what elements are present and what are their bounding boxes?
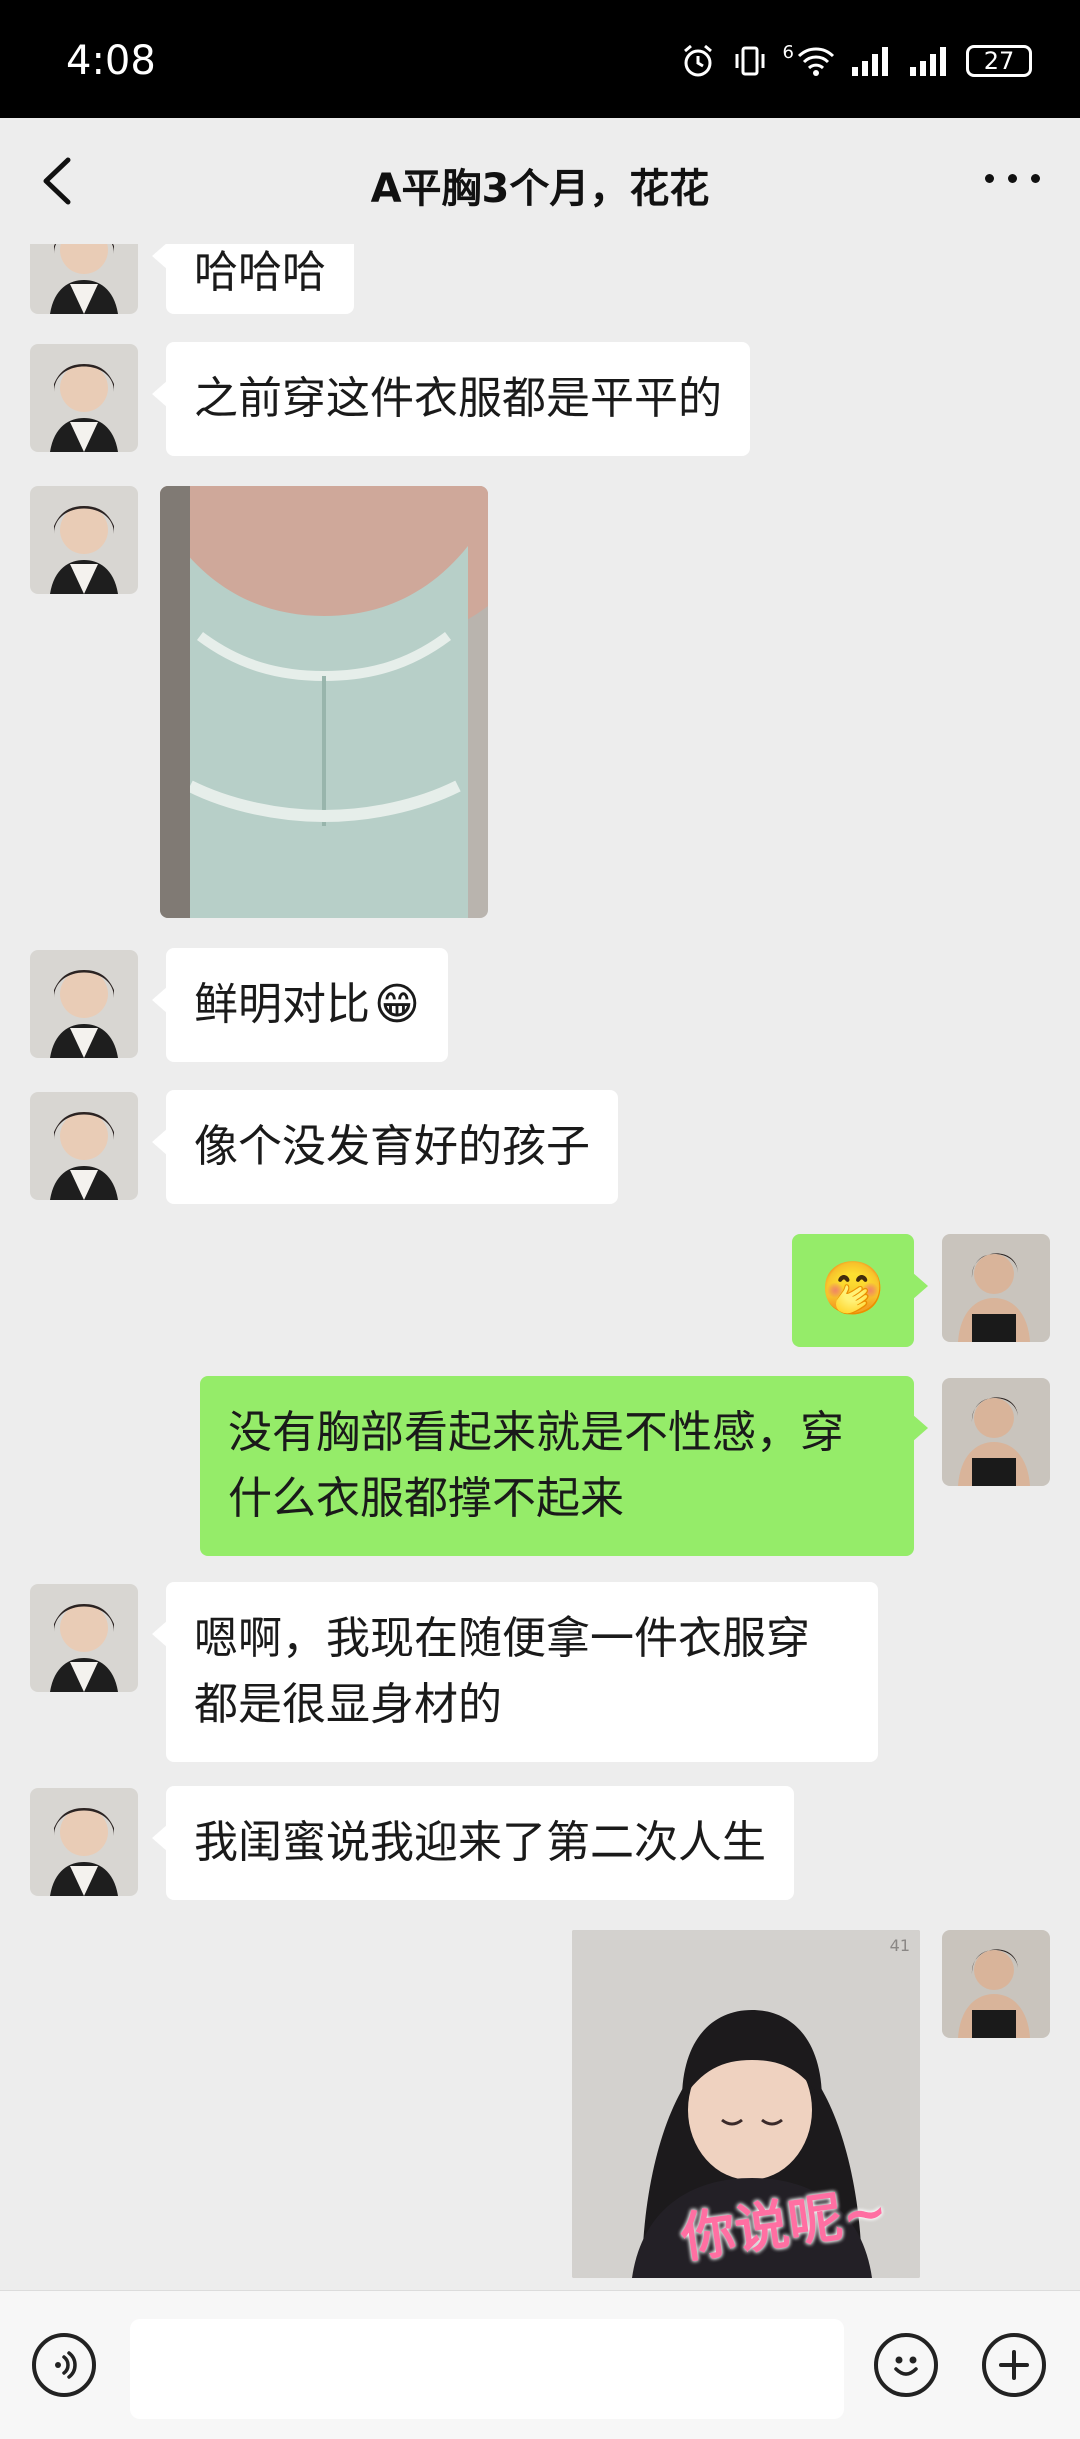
message-bubble-self[interactable]: 没有胸部看起来就是不性感，穿什么衣服都撑不起来 <box>200 1376 928 1556</box>
message-bubble[interactable]: 我闺蜜说我迎来了第二次人生 <box>152 1786 794 1900</box>
message-bubble[interactable]: 嗯啊，我现在随便拿一件衣服穿都是很显身材的 <box>152 1582 878 1762</box>
my-avatar[interactable] <box>942 1234 1050 1342</box>
message-bubble[interactable]: 之前穿这件衣服都是平平的 <box>152 342 750 456</box>
my-avatar[interactable] <box>942 1378 1050 1486</box>
chat-title: A平胸3个月，花花 <box>370 166 710 212</box>
contact-avatar[interactable] <box>30 1584 138 1692</box>
message-input[interactable] <box>130 2319 844 2419</box>
giggle-emoji-icon: 🤭 <box>820 1259 886 1319</box>
contact-avatar[interactable] <box>30 344 138 452</box>
alarm-icon <box>683 44 712 77</box>
more-options-icon[interactable] <box>985 174 1040 183</box>
status-icons: 6 27 <box>679 42 1032 80</box>
message-bubble[interactable]: 哈哈哈 <box>152 244 354 314</box>
message-text: 之前穿这件衣服都是平平的 <box>194 373 722 424</box>
chat-header: A平胸3个月，花花 <box>0 118 1080 244</box>
voice-icon <box>55 2351 77 2379</box>
network-type-label: 6 <box>782 42 794 63</box>
message-text: 我闺蜜说我迎来了第二次人生 <box>194 1817 766 1868</box>
wifi-icon <box>797 47 835 76</box>
plus-icon <box>999 2350 1029 2380</box>
grin-emoji-icon: 😁 <box>374 979 420 1030</box>
my-avatar[interactable] <box>942 1930 1050 2038</box>
vibrate-icon <box>735 46 765 76</box>
contact-avatar[interactable] <box>30 950 138 1058</box>
contact-avatar[interactable] <box>30 244 138 314</box>
signal-icon-2 <box>910 47 946 76</box>
contact-avatar[interactable] <box>30 486 138 594</box>
smiley-icon <box>894 2356 918 2376</box>
emoji-button[interactable] <box>874 2333 938 2397</box>
message-bubble-self[interactable]: 🤭 <box>792 1234 928 1347</box>
photo-message[interactable] <box>160 486 488 918</box>
message-text: 没有胸部看起来就是不性感，穿什么衣服都撑不起来 <box>228 1407 844 1524</box>
signal-icon <box>852 47 888 76</box>
sticker-message[interactable]: 41 你说呢~ <box>572 1930 920 2278</box>
battery-indicator: 27 <box>966 45 1032 77</box>
more-functions-button[interactable] <box>982 2333 1046 2397</box>
message-text: 像个没发育好的孩子 <box>194 1121 590 1172</box>
contact-avatar[interactable] <box>30 1092 138 1200</box>
message-text: 鲜明对比 <box>194 979 370 1030</box>
sticker-counter: 41 <box>889 1936 910 1955</box>
clothing-photo <box>160 486 488 918</box>
status-time: 4:08 <box>66 38 156 84</box>
contact-avatar[interactable] <box>30 1788 138 1896</box>
input-bar <box>0 2290 1080 2439</box>
status-bar: 4:08 6 27 <box>0 0 1080 118</box>
message-bubble[interactable]: 像个没发育好的孩子 <box>152 1090 618 1204</box>
message-text: 嗯啊，我现在随便拿一件衣服穿都是很显身材的 <box>194 1613 810 1730</box>
message-bubble[interactable]: 鲜明对比😁 <box>152 948 448 1062</box>
voice-input-button[interactable] <box>32 2333 96 2397</box>
message-text: 哈哈哈 <box>194 247 326 298</box>
chat-message-list[interactable]: 哈哈哈 之前穿这件衣服都是平平的 鲜明对比😁 像个没发育好的孩子 🤭 没有胸部看… <box>0 244 1080 2290</box>
